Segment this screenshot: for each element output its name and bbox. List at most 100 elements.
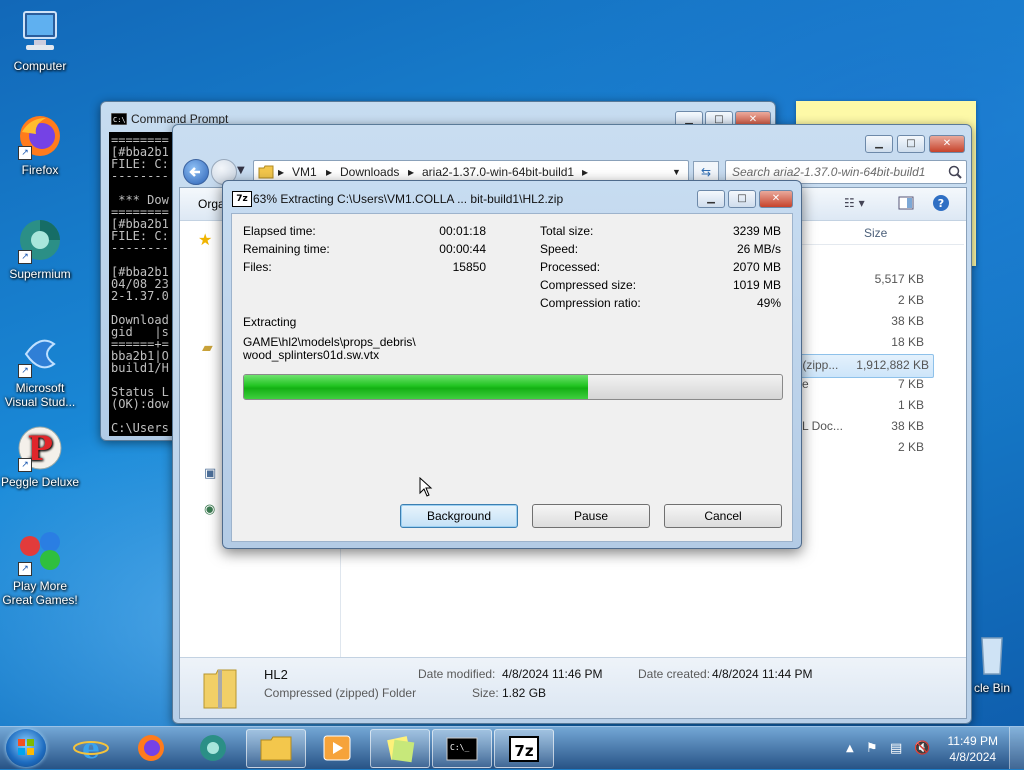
computer-nav-icon[interactable]: ▣ <box>204 466 216 481</box>
internet-explorer-icon: e <box>73 732 109 765</box>
taskbar-7zip[interactable]: 7z <box>494 729 554 768</box>
taskbar-internet-explorer[interactable]: e <box>62 729 120 766</box>
close-button[interactable]: ✕ <box>759 190 793 208</box>
type-cell: e <box>802 377 809 391</box>
taskbar-media-player[interactable] <box>308 729 366 766</box>
visual-studio-icon: ↗ <box>16 330 64 378</box>
zip-folder-icon <box>203 669 237 709</box>
show-hidden-icons-icon[interactable]: ▲ <box>846 743 854 754</box>
details-pane: HL2 Compressed (zipped) Folder Date modi… <box>180 657 966 718</box>
minimize-button[interactable]: ▁ <box>865 135 893 153</box>
mouse-cursor-icon <box>419 477 433 497</box>
folder-icon <box>258 165 274 179</box>
pause-button[interactable]: Pause <box>532 504 650 528</box>
desktop-icon-label: Play More Great Games! <box>2 579 78 607</box>
desktop-icon-firefox[interactable]: ↗ Firefox <box>0 112 80 177</box>
maximize-button[interactable]: □ <box>728 190 756 208</box>
extraction-dialog[interactable]: 7z 63% Extracting C:\Users\VM1.COLLA ...… <box>222 180 802 549</box>
peggle-icon: P ↗ <box>16 424 64 472</box>
details-size-value: 1.82 GB <box>502 686 547 700</box>
cancel-button[interactable]: Cancel <box>664 504 782 528</box>
minimize-button[interactable]: ▁ <box>697 190 725 208</box>
desktop-icon-peggle[interactable]: P ↗ Peggle Deluxe <box>0 424 80 489</box>
show-desktop-button[interactable] <box>1009 727 1024 769</box>
desktop-icon-visual-studio[interactable]: ↗ Microsoft Visual Stud... <box>0 330 82 409</box>
size-cell: 1,912,882 KB <box>856 358 929 372</box>
svg-text:7z: 7z <box>514 742 533 760</box>
details-created-value: 4/8/2024 11:44 PM <box>712 667 813 681</box>
close-button[interactable]: ✕ <box>929 135 965 153</box>
dialog-body: Elapsed time: 00:01:18 Remaining time: 0… <box>231 213 793 542</box>
preview-pane-icon[interactable] <box>898 195 914 214</box>
taskbar-supermium[interactable] <box>184 729 242 766</box>
desktop-icon-label: Supermium <box>9 267 71 281</box>
desktop-icon-label: Computer <box>13 59 67 73</box>
computer-icon <box>16 8 64 56</box>
size-cell: 5,517 KB <box>874 272 924 286</box>
help-icon[interactable]: ? <box>932 194 950 215</box>
libraries-folder-icon[interactable]: ▰ <box>202 340 213 356</box>
svg-text:?: ? <box>938 197 944 210</box>
size-cell: 38 KB <box>891 419 924 433</box>
desktop-icon-label: Peggle Deluxe <box>0 475 80 489</box>
action-center-flag-icon[interactable]: ⚑ <box>866 741 878 756</box>
maximize-button[interactable]: □ <box>897 135 925 153</box>
stat-label: Speed: <box>540 242 579 256</box>
supermium-icon: ↗ <box>16 216 64 264</box>
shortcut-arrow-icon: ↗ <box>18 562 32 576</box>
taskbar-explorer[interactable] <box>246 729 306 768</box>
stat-value: 00:00:44 <box>439 242 486 256</box>
table-row-selected[interactable]: r (zipp... 1,912,882 KB <box>792 354 934 378</box>
stat-value: 15850 <box>452 260 486 274</box>
taskbar-command-prompt[interactable]: C:\_ <box>432 729 492 768</box>
favorites-star-icon[interactable]: ★ <box>198 230 212 249</box>
taskbar-sticky-notes[interactable] <box>370 729 430 768</box>
clock-time: 11:49 PM <box>947 734 998 748</box>
console-output[interactable]: ======== [#bba2b1 FILE: C: -------- *** … <box>109 132 181 436</box>
shortcut-arrow-icon: ↗ <box>18 458 32 472</box>
volume-muted-icon[interactable]: 🔇 <box>914 741 930 756</box>
network-icon[interactable]: ▤ <box>890 741 902 756</box>
size-cell: 18 KB <box>891 335 924 349</box>
stat-label: Files: <box>243 260 272 274</box>
back-arrow-icon <box>189 167 200 177</box>
stat-label: Processed: <box>540 260 601 274</box>
organize-button[interactable]: Orga <box>198 197 225 211</box>
recent-pages-chevron-icon[interactable]: ▼ <box>237 165 245 176</box>
size-cell: 2 KB <box>897 440 924 454</box>
size-cell: 7 KB <box>897 377 924 391</box>
back-button[interactable] <box>183 159 209 185</box>
system-clock[interactable]: 11:49 PM 4/8/2024 <box>948 733 998 765</box>
stat-label: Compression ratio: <box>540 296 641 310</box>
folder-icon <box>260 736 292 761</box>
view-options-icon[interactable]: ☷ ▾ <box>844 196 865 210</box>
desktop-icon-supermium[interactable]: ↗ Supermium <box>0 216 80 281</box>
background-button[interactable]: Background <box>400 504 518 528</box>
column-size[interactable]: Size <box>864 226 887 240</box>
stat-label: Total size: <box>540 224 594 238</box>
stat-value: 49% <box>756 296 781 310</box>
details-modified-label: Date modified: <box>418 667 496 681</box>
desktop-icon-play-more-games[interactable]: ↗ Play More Great Games! <box>0 528 80 607</box>
stat-value: 2070 MB <box>732 260 781 274</box>
shortcut-arrow-icon: ↗ <box>18 250 32 264</box>
firefox-icon: ↗ <box>16 112 64 160</box>
progress-bar <box>243 374 783 400</box>
current-file-name: wood_splinters01d.sw.vtx <box>243 348 380 362</box>
size-cell: 2 KB <box>897 293 924 307</box>
network-nav-icon[interactable]: ◉ <box>204 502 215 517</box>
details-size-label: Size: <box>472 686 499 700</box>
supermium-icon <box>200 735 226 761</box>
taskbar-firefox[interactable] <box>122 729 180 766</box>
desktop-icon-computer[interactable]: Computer <box>0 8 80 73</box>
sticky-notes-icon <box>387 736 415 763</box>
start-button[interactable] <box>6 729 46 767</box>
clock-date: 4/8/2024 <box>949 750 997 764</box>
search-icon <box>948 165 962 179</box>
taskbar: e C:\_ 7z ▲ ⚑ ▤ 🔇 11:49 PM 4/8/2024 <box>0 726 1024 769</box>
media-player-icon <box>323 735 351 761</box>
details-name: HL2 <box>264 667 288 682</box>
details-modified-value: 4/8/2024 11:46 PM <box>502 667 603 681</box>
size-cell: 1 KB <box>897 398 924 412</box>
stat-label: Remaining time: <box>243 242 330 256</box>
